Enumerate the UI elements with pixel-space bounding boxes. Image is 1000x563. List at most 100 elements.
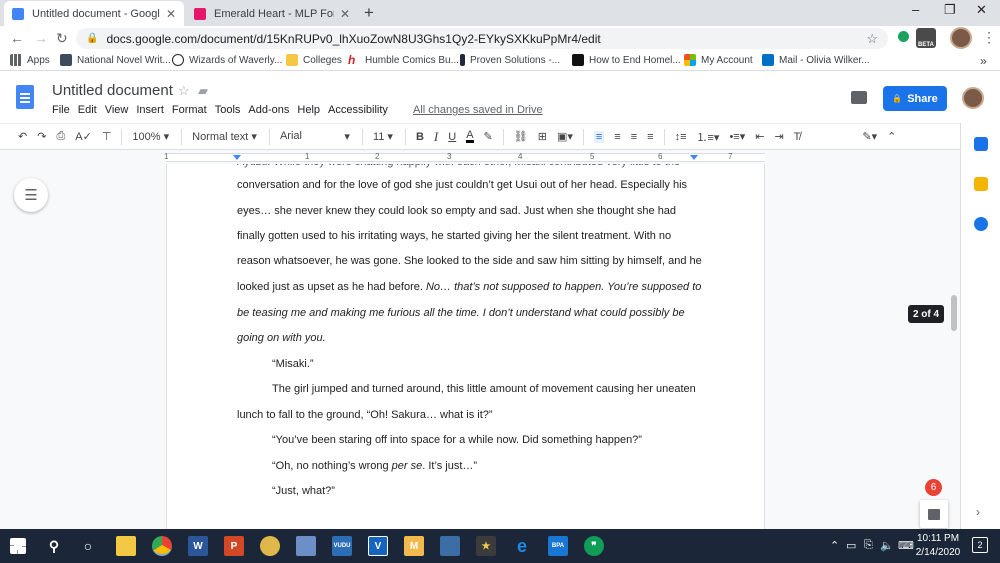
menu-format[interactable]: Format — [172, 104, 207, 116]
menu-file[interactable]: File — [52, 104, 70, 116]
close-window-icon[interactable]: ✕ — [976, 2, 987, 18]
file-explorer-icon[interactable] — [116, 536, 136, 556]
share-button[interactable]: 🔒 Share — [883, 86, 947, 111]
app-m-icon[interactable]: M — [404, 536, 424, 556]
decrease-indent-icon[interactable]: ⇤ — [755, 130, 764, 143]
bookmark-humble-comics[interactable]: h Humble Comics Bu... — [348, 54, 459, 66]
menu-view[interactable]: View — [105, 104, 129, 116]
add-comment-button[interactable] — [920, 500, 948, 528]
align-justify-icon[interactable]: ≡ — [647, 131, 653, 143]
star-app-icon[interactable]: ★ — [476, 536, 496, 556]
windows-start-icon[interactable] — [10, 538, 26, 554]
show-hidden-icons-icon[interactable]: ⌃ — [830, 539, 839, 552]
zoom-select[interactable]: 100% ▾ — [132, 130, 169, 143]
volume-icon[interactable]: 🔈 — [880, 539, 894, 552]
highlight-color-icon[interactable]: ✎ — [484, 130, 493, 143]
bookmark-end-homelessness[interactable]: How to End Homel... — [572, 54, 681, 66]
insert-image-icon[interactable]: ▣▾ — [557, 130, 573, 143]
bookmark-star-icon[interactable]: ☆ — [866, 31, 878, 47]
powerpoint-icon[interactable]: P — [224, 536, 244, 556]
battery-icon[interactable]: ▭ — [846, 539, 856, 552]
align-right-icon[interactable]: ≡ — [631, 131, 637, 143]
bookmark-proven-solutions[interactable]: Proven Solutions -... — [460, 54, 560, 66]
menu-addons[interactable]: Add-ons — [248, 104, 289, 116]
back-icon[interactable]: ← — [10, 30, 24, 46]
vudu-icon[interactable]: VUDU — [332, 536, 352, 556]
comment-history-icon[interactable] — [851, 91, 867, 104]
paint-icon[interactable] — [296, 536, 316, 556]
network-icon[interactable]: ⎘ — [864, 539, 873, 552]
calendar-icon[interactable] — [974, 137, 988, 151]
extension-green-icon[interactable] — [898, 31, 909, 42]
spellcheck-icon[interactable]: A✓ — [75, 130, 92, 143]
line-spacing-icon[interactable]: ↕≡ — [675, 131, 687, 143]
beta-extension-icon[interactable]: BETA — [916, 28, 936, 48]
reload-icon[interactable]: ↻ — [56, 30, 68, 47]
menu-edit[interactable]: Edit — [78, 104, 97, 116]
tab-mlp-forums[interactable]: Emerald Heart - MLP Forums ✕ — [186, 1, 358, 26]
search-icon[interactable]: ⚲ — [44, 536, 64, 556]
bulleted-list-icon[interactable]: •≡▾ — [729, 130, 745, 143]
notification-badge[interactable]: 6 — [925, 479, 942, 496]
numbered-list-icon[interactable]: ⒈≡▾ — [696, 129, 719, 145]
insert-link-icon[interactable]: ⛓ — [514, 130, 528, 143]
hide-menus-chevron-icon[interactable]: ⌃ — [887, 130, 896, 143]
bookmark-national-novel[interactable]: National Novel Writ... — [60, 54, 171, 66]
document-title[interactable]: Untitled document — [52, 82, 173, 99]
new-tab-button[interactable]: + — [364, 3, 374, 23]
right-indent-marker[interactable] — [690, 155, 698, 160]
close-tab-icon[interactable]: ✕ — [166, 7, 176, 21]
bold-button[interactable]: B — [416, 131, 424, 143]
scrollbar-track[interactable] — [948, 164, 960, 529]
move-to-folder-icon[interactable]: ▰ — [198, 83, 208, 99]
bookmark-wizards[interactable]: Wizards of Waverly... — [172, 54, 282, 66]
word-icon[interactable]: W — [188, 536, 208, 556]
system-clock[interactable]: 10:11 PM 2/14/2020 — [914, 532, 962, 560]
align-left-icon[interactable]: ≡ — [593, 130, 605, 143]
font-size-select[interactable]: 11 ▾ — [373, 130, 393, 143]
more-bookmarks-icon[interactable]: » — [980, 54, 987, 68]
hangouts-icon[interactable]: ❞ — [584, 536, 604, 556]
redo-icon[interactable]: ↷ — [37, 130, 46, 143]
increase-indent-icon[interactable]: ⇥ — [774, 130, 783, 143]
bookmark-colleges[interactable]: Colleges — [286, 54, 342, 66]
address-bar[interactable]: 🔒 docs.google.com/document/d/15KnRUPv0_l… — [76, 28, 888, 49]
editing-mode-icon[interactable]: ✎▾ — [862, 130, 877, 143]
profile-avatar[interactable] — [950, 27, 972, 49]
menu-help[interactable]: Help — [297, 104, 320, 116]
bookmark-apps[interactable]: Apps — [10, 54, 50, 66]
save-status[interactable]: All changes saved in Drive — [413, 104, 543, 116]
menu-tools[interactable]: Tools — [215, 104, 241, 116]
keyboard-icon[interactable]: ⌨ — [898, 539, 914, 552]
tab-google-docs[interactable]: Untitled document - Google Doc ✕ — [4, 1, 184, 26]
keep-icon[interactable] — [974, 177, 988, 191]
forward-icon[interactable]: → — [34, 30, 48, 46]
tasks-icon[interactable] — [974, 217, 988, 231]
google-docs-logo-icon[interactable] — [16, 85, 34, 109]
document-page[interactable] — [166, 164, 765, 529]
app-yellow-icon[interactable] — [260, 536, 280, 556]
clear-formatting-icon[interactable]: T̸ — [794, 131, 801, 143]
font-select[interactable]: Arial ▾ — [280, 130, 350, 143]
underline-button[interactable]: U — [448, 131, 456, 143]
chrome-menu-icon[interactable]: ⋮ — [982, 29, 996, 46]
app-blue-icon[interactable]: BPA — [548, 536, 568, 556]
undo-icon[interactable]: ↶ — [18, 130, 27, 143]
minimize-icon[interactable]: – — [912, 2, 919, 17]
edge-icon[interactable]: e — [512, 536, 532, 556]
document-outline-icon[interactable]: ☰ — [14, 178, 48, 212]
style-select[interactable]: Normal text ▾ — [192, 130, 257, 143]
task-view-icon[interactable]: ○ — [78, 536, 98, 556]
left-indent-marker[interactable] — [233, 155, 241, 160]
app-v-icon[interactable]: V — [368, 536, 388, 556]
paint-format-icon[interactable]: ⊤ — [102, 130, 112, 143]
bookmark-my-account[interactable]: My Account — [684, 54, 753, 66]
account-avatar[interactable] — [962, 87, 984, 109]
align-center-icon[interactable]: ≡ — [614, 131, 620, 143]
text-color-button[interactable]: A — [466, 130, 474, 143]
action-center-icon[interactable]: 2 — [972, 537, 988, 553]
chrome-icon[interactable] — [152, 536, 172, 556]
add-comment-icon[interactable]: ⊞ — [538, 130, 547, 143]
print-icon[interactable]: ⎙ — [56, 130, 65, 143]
expand-panel-chevron-icon[interactable]: › — [976, 505, 980, 519]
